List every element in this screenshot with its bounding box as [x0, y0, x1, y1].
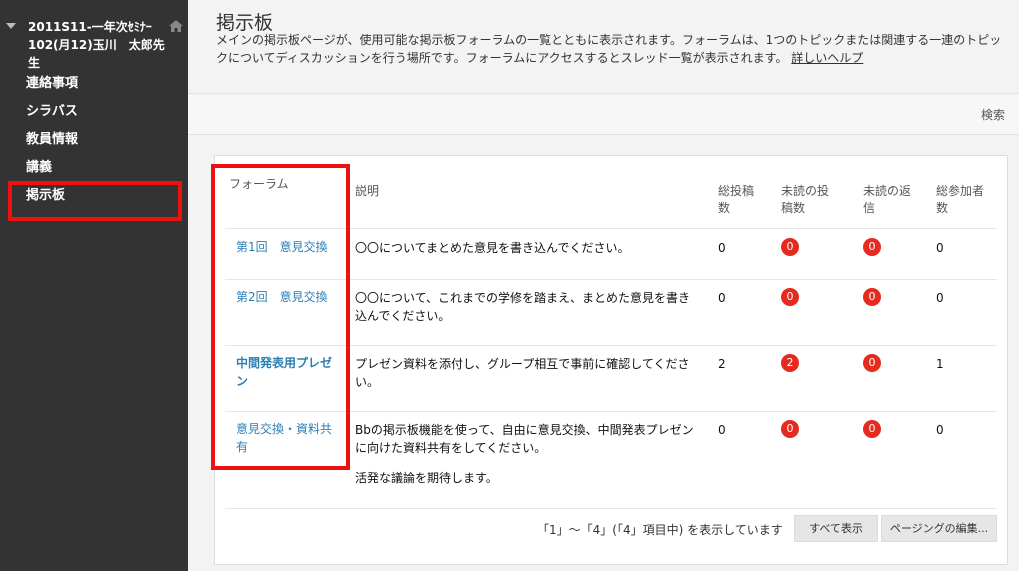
page-header: 掲示板 メインの掲示板ページが、使用可能な掲示板フォーラムの一覧とともに表示され… — [188, 0, 1019, 94]
unread-replies-badge-2[interactable]: 0 — [863, 288, 881, 306]
edit-paging-button[interactable]: ページングの編集... — [881, 515, 997, 542]
sidebar-item-lectures[interactable]: 講義 — [0, 154, 188, 182]
page-description-text: メインの掲示板ページが、使用可能な掲示板フォーラムの一覧とともに表示されます。フ… — [216, 33, 1002, 65]
column-header-participants[interactable]: 総参加者数 — [936, 183, 986, 217]
course-title[interactable]: 2011S11-一年次ｾﾐﾅｰ102(月12)玉川 太郎先生 — [28, 18, 168, 72]
sidebar-item-syllabus[interactable]: シラバス — [0, 98, 188, 126]
forum-description-1: 〇〇についてまとめた意見を書き込んでください。 — [355, 241, 630, 255]
participants-2: 0 — [936, 291, 944, 305]
forum-description-3: プレゼン資料を添付し、グループ相互で事前に確認してください。 — [355, 357, 690, 389]
forum-list-panel: フォーラム 説明 総投稿数 未読の投稿数 未読の返信 総参加者数 第1回 意見交… — [211, 155, 1008, 565]
search-button[interactable]: 検索 — [981, 106, 1005, 123]
unread-replies-badge-3[interactable]: 0 — [863, 354, 881, 372]
unread-posts-badge-2[interactable]: 0 — [781, 288, 799, 306]
forum-description-2: 〇〇について、これまでの学修を踏まえ、まとめた意見を書き込んでください。 — [355, 291, 691, 323]
total-posts-3: 2 — [718, 357, 726, 371]
unread-replies-badge-1[interactable]: 0 — [863, 238, 881, 256]
column-header-forum[interactable]: フォーラム — [229, 176, 289, 193]
row-divider — [225, 345, 997, 346]
column-header-description[interactable]: 説明 — [355, 183, 379, 200]
participants-1: 0 — [936, 241, 944, 255]
total-posts-1: 0 — [718, 241, 726, 255]
course-sidebar: 2011S11-一年次ｾﾐﾅｰ102(月12)玉川 太郎先生 連絡事項 シラバス… — [0, 0, 188, 571]
action-bar: 検索 — [188, 95, 1019, 135]
sidebar-item-faculty-info[interactable]: 教員情報 — [0, 126, 188, 154]
total-posts-4: 0 — [718, 423, 726, 437]
column-header-total-posts[interactable]: 総投稿数 — [718, 183, 760, 217]
paging-footer: 「1」～「4」(「4」項目中) を表示しています すべて表示 ページングの編集.… — [225, 508, 997, 544]
column-header-unread-replies[interactable]: 未読の返信 — [863, 183, 913, 217]
column-header-unread-posts[interactable]: 未読の投稿数 — [781, 183, 833, 217]
sidebar-item-announcements[interactable]: 連絡事項 — [0, 70, 188, 98]
course-menu: 連絡事項 シラバス 教員情報 講義 掲示板 — [0, 70, 188, 221]
sidebar-item-discussion-board[interactable]: 掲示板 — [0, 181, 188, 221]
unread-posts-badge-1[interactable]: 0 — [781, 238, 799, 256]
paging-status: 「1」～「4」(「4」項目中) を表示しています — [537, 523, 783, 537]
page-description: メインの掲示板ページが、使用可能な掲示板フォーラムの一覧とともに表示されます。フ… — [216, 31, 1011, 67]
forum-description-4-note: 活発な議論を期待します。 — [355, 471, 498, 485]
forum-link-4[interactable]: 意見交換・資料共有 — [236, 420, 336, 456]
row-divider — [225, 228, 997, 229]
unread-posts-badge-4[interactable]: 0 — [781, 420, 799, 438]
forum-link-3[interactable]: 中間発表用プレゼン — [236, 354, 336, 390]
row-divider — [225, 279, 997, 280]
help-link[interactable]: 詳しいヘルプ — [791, 51, 863, 65]
forum-link-2[interactable]: 第2回 意見交換 — [236, 288, 328, 306]
unread-replies-badge-4[interactable]: 0 — [863, 420, 881, 438]
row-divider — [225, 411, 997, 412]
unread-posts-badge-3[interactable]: 2 — [781, 354, 799, 372]
participants-3: 1 — [936, 357, 944, 371]
participants-4: 0 — [936, 423, 944, 437]
collapse-triangle-icon[interactable] — [6, 23, 16, 29]
forum-description-4: Bbの掲示板機能を使って、自由に意見交換、中間発表プレゼンに向けた資料共有をして… — [355, 423, 694, 455]
home-icon[interactable] — [169, 20, 183, 32]
show-all-button[interactable]: すべて表示 — [794, 515, 878, 542]
main-content: 掲示板 メインの掲示板ページが、使用可能な掲示板フォーラムの一覧とともに表示され… — [188, 0, 1019, 571]
total-posts-2: 0 — [718, 291, 726, 305]
forum-link-1[interactable]: 第1回 意見交換 — [236, 238, 328, 256]
